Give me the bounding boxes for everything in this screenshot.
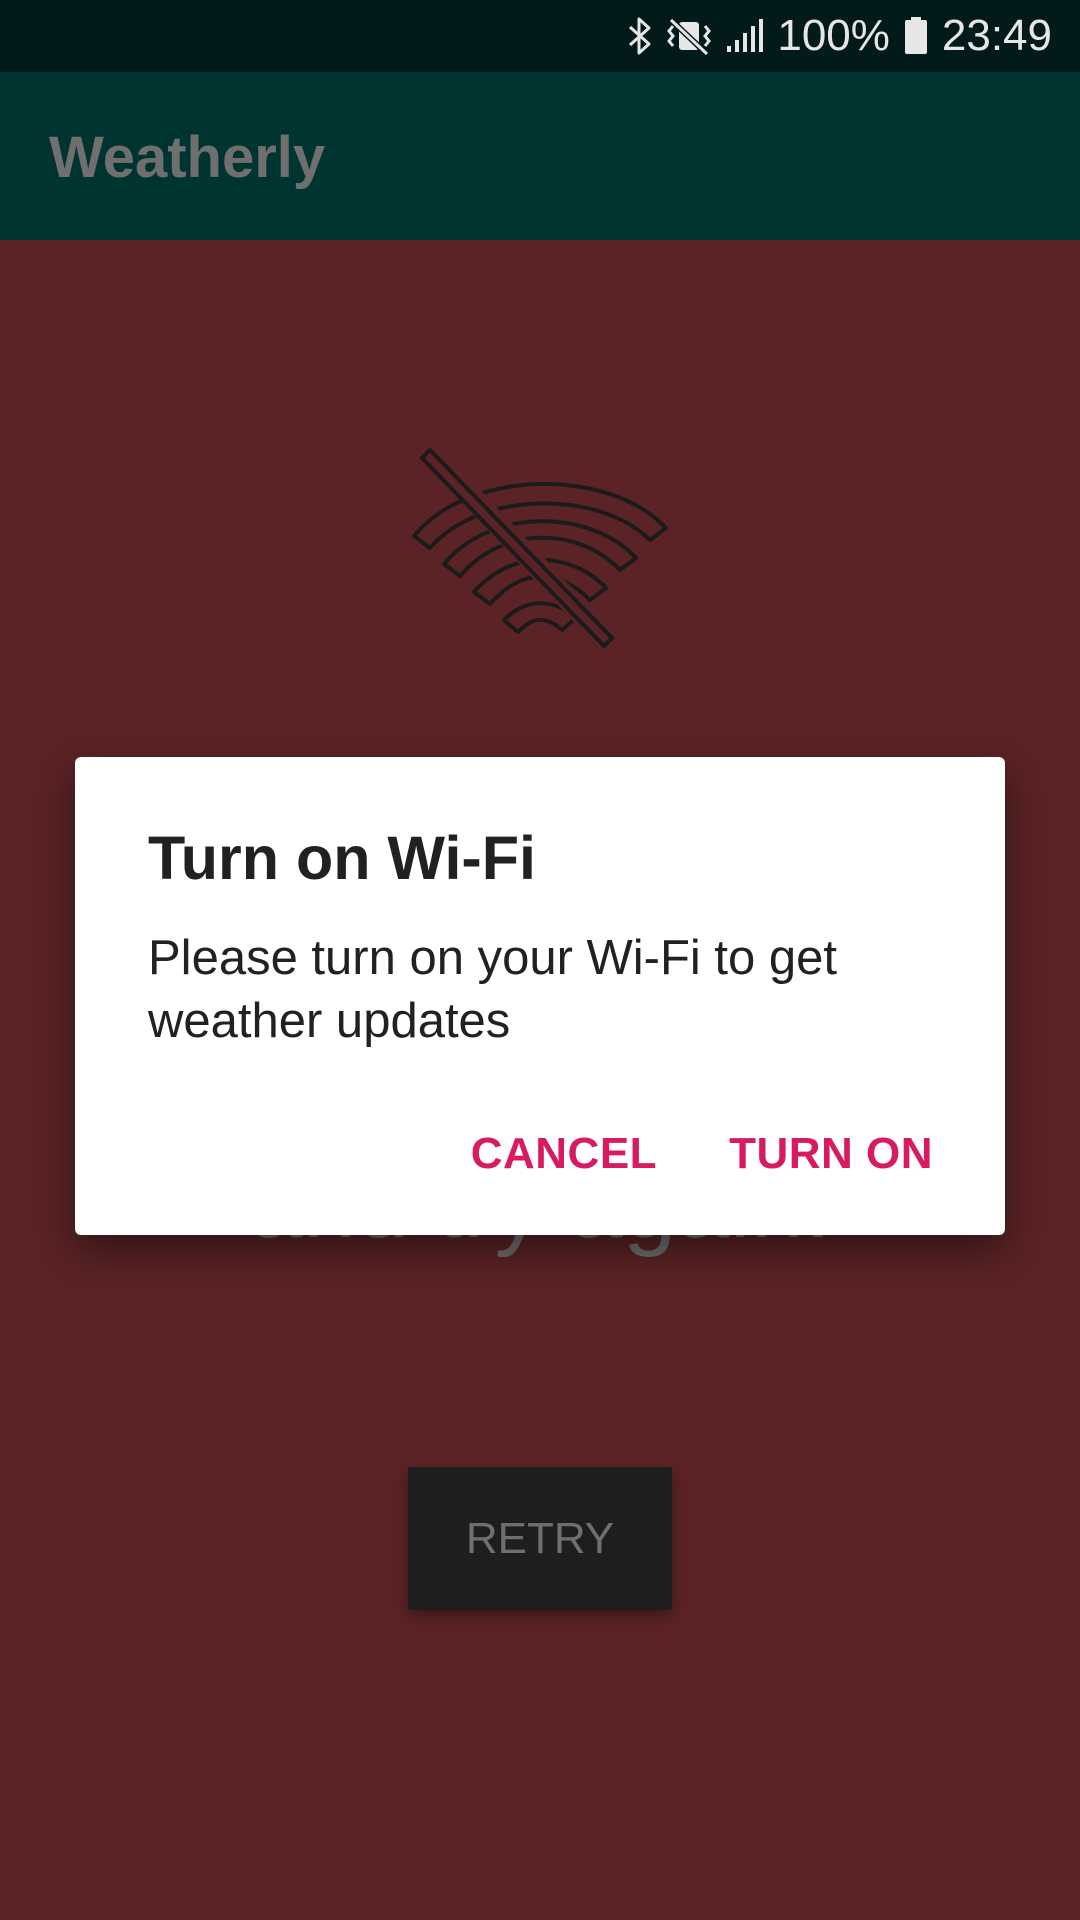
clock: 23:49 xyxy=(941,11,1052,60)
cancel-button[interactable]: CANCEL xyxy=(471,1129,657,1179)
dialog-title: Turn on Wi-Fi xyxy=(148,824,536,892)
wifi-off-icon xyxy=(400,444,680,649)
dialog-actions: CANCEL TURN ON xyxy=(471,1129,933,1179)
status-icons: 100% 23:49 xyxy=(627,0,1052,72)
battery-percent: 100% xyxy=(777,11,890,60)
signal-icon xyxy=(725,16,764,56)
bluetooth-icon xyxy=(627,16,653,56)
retry-button[interactable]: RETRY xyxy=(408,1467,672,1610)
vibrate-icon xyxy=(667,16,712,56)
turn-on-wifi-dialog: Turn on Wi-Fi Please turn on your Wi-Fi … xyxy=(75,757,1005,1235)
app-title: Weatherly xyxy=(49,125,326,190)
app-bar: Weatherly xyxy=(0,72,1080,240)
battery-icon xyxy=(904,16,928,56)
screen: 100% 23:49 Weatherly RETRY Turn on Wi-Fi… xyxy=(0,0,1080,1920)
dialog-message: Please turn on your Wi-Fi to get weather… xyxy=(148,931,838,1048)
status-bar: 100% 23:49 xyxy=(0,0,1080,72)
turn-on-button[interactable]: TURN ON xyxy=(729,1129,933,1179)
